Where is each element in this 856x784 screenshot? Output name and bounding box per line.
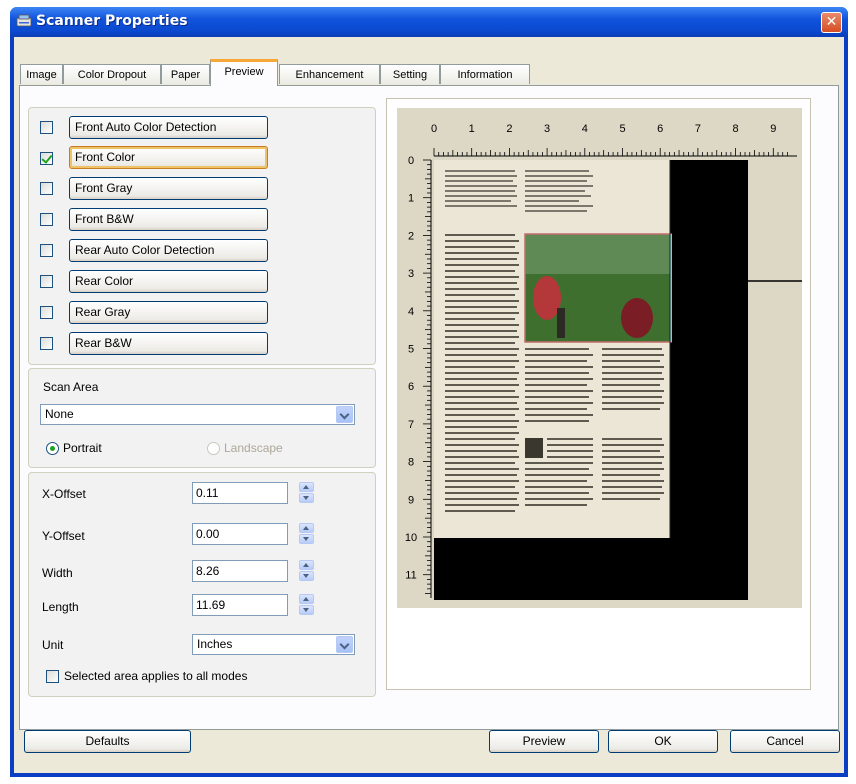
- y-offset-spinner[interactable]: [299, 523, 314, 545]
- spin-up-icon[interactable]: [299, 560, 314, 570]
- front-gray-button[interactable]: Front Gray: [69, 177, 268, 200]
- x-offset-field[interactable]: 0.11: [192, 482, 288, 504]
- ruler-label: 5: [408, 344, 414, 356]
- length-spinner[interactable]: [299, 594, 314, 616]
- tab-paper[interactable]: Paper: [161, 64, 210, 84]
- chevron-down-icon[interactable]: [336, 406, 353, 423]
- scanner-app-icon: [16, 14, 32, 27]
- landscape-radio[interactable]: [207, 442, 220, 455]
- unit-value: Inches: [197, 637, 233, 651]
- tab-enhancement[interactable]: Enhancement: [279, 64, 380, 84]
- spin-up-icon[interactable]: [299, 523, 314, 533]
- ruler-label: 3: [544, 123, 550, 135]
- tab-color-dropout[interactable]: Color Dropout: [63, 64, 161, 84]
- window-title: Scanner Properties: [36, 13, 188, 29]
- chevron-down-icon[interactable]: [336, 636, 353, 653]
- spin-down-icon[interactable]: [299, 493, 314, 503]
- front-color-button[interactable]: Front Color: [69, 146, 268, 169]
- spin-up-icon[interactable]: [299, 594, 314, 604]
- ruler-label: 6: [408, 381, 414, 393]
- ruler-label: 4: [408, 306, 414, 318]
- ruler-label: 8: [408, 457, 414, 469]
- ruler-label: 0: [408, 155, 414, 167]
- spin-down-icon[interactable]: [299, 571, 314, 581]
- ruler-label: 2: [408, 230, 414, 242]
- tab-label: Preview: [224, 66, 264, 78]
- length-label: Length: [42, 600, 79, 614]
- defaults-button[interactable]: Defaults: [24, 730, 191, 753]
- spin-down-icon[interactable]: [299, 534, 314, 544]
- ruler-label: 8: [733, 123, 739, 135]
- ruler-label: 10: [405, 532, 417, 544]
- tab-image[interactable]: Image: [20, 64, 63, 84]
- ruler-label: 7: [408, 419, 414, 431]
- ruler-label: 6: [657, 123, 663, 135]
- ruler-label: 11: [405, 570, 416, 582]
- ruler-label: 5: [619, 123, 625, 135]
- scan-area-label: Scan Area: [43, 380, 99, 394]
- ruler-label: 1: [408, 193, 414, 205]
- y-offset-label: Y-Offset: [42, 529, 85, 543]
- spin-up-icon[interactable]: [299, 482, 314, 492]
- ruler-label: 7: [695, 123, 701, 135]
- width-label: Width: [42, 566, 73, 580]
- length-field[interactable]: 11.69: [192, 594, 288, 616]
- offsets-group: [28, 472, 376, 697]
- landscape-label: Landscape: [224, 441, 283, 455]
- cancel-button[interactable]: Cancel: [730, 730, 840, 753]
- ruler-label: 2: [506, 123, 512, 135]
- preview-button[interactable]: Preview: [489, 730, 599, 753]
- close-icon: ✕: [825, 14, 838, 30]
- scan-area-dropdown[interactable]: None: [40, 404, 355, 425]
- rear-color-checkbox[interactable]: [40, 275, 53, 288]
- unit-label: Unit: [42, 638, 64, 652]
- spin-down-icon[interactable]: [299, 605, 314, 615]
- front-color-checkbox[interactable]: [40, 152, 53, 165]
- tab-label: Information: [457, 69, 513, 81]
- width-field[interactable]: 8.26: [192, 560, 288, 582]
- rear-bw-button[interactable]: Rear B&W: [69, 332, 268, 355]
- front-auto-color-checkbox[interactable]: [40, 121, 53, 134]
- ok-button[interactable]: OK: [608, 730, 718, 753]
- tab-information[interactable]: Information: [440, 64, 530, 84]
- front-gray-checkbox[interactable]: [40, 182, 53, 195]
- close-button[interactable]: ✕: [821, 12, 842, 33]
- rear-gray-button[interactable]: Rear Gray: [69, 301, 268, 324]
- rear-auto-color-checkbox[interactable]: [40, 244, 53, 257]
- front-auto-color-button[interactable]: Front Auto Color Detection: [69, 116, 268, 139]
- tab-label: Enhancement: [295, 69, 364, 81]
- tab-preview[interactable]: Preview: [210, 59, 278, 86]
- x-offset-spinner[interactable]: [299, 482, 314, 504]
- tab-setting[interactable]: Setting: [380, 64, 440, 84]
- ruler-label: 9: [408, 494, 414, 506]
- portrait-label: Portrait: [63, 441, 102, 455]
- front-bw-button[interactable]: Front B&W: [69, 208, 268, 231]
- apply-all-modes-label: Selected area applies to all modes: [64, 669, 248, 683]
- rear-gray-checkbox[interactable]: [40, 306, 53, 319]
- ruler-label: 4: [582, 123, 588, 135]
- width-spinner[interactable]: [299, 560, 314, 582]
- x-offset-label: X-Offset: [42, 487, 86, 501]
- tab-label: Image: [26, 69, 57, 81]
- apply-all-modes-checkbox[interactable]: [46, 670, 59, 683]
- front-bw-checkbox[interactable]: [40, 213, 53, 226]
- rear-bw-checkbox[interactable]: [40, 337, 53, 350]
- tab-label: Color Dropout: [77, 69, 147, 81]
- scan-area-value: None: [45, 407, 74, 421]
- unit-dropdown[interactable]: Inches: [192, 634, 355, 655]
- portrait-radio[interactable]: [46, 442, 59, 455]
- tab-label: Paper: [170, 69, 201, 81]
- rear-auto-color-button[interactable]: Rear Auto Color Detection: [69, 239, 268, 262]
- title-bar[interactable]: Scanner Properties ✕: [10, 7, 848, 37]
- tab-label: Setting: [392, 69, 428, 81]
- ruler-label: 0: [431, 123, 437, 135]
- preview-canvas[interactable]: 0 1 2 3 4 5 6 7 8 9 0 1 2 3 4 5 6 7 8 9 10 11: [397, 108, 802, 608]
- ruler-label: 1: [469, 123, 475, 135]
- y-offset-field[interactable]: 0.00: [192, 523, 288, 545]
- rear-color-button[interactable]: Rear Color: [69, 270, 268, 293]
- ruler-label: 3: [408, 268, 414, 280]
- ruler-label: 9: [770, 123, 776, 135]
